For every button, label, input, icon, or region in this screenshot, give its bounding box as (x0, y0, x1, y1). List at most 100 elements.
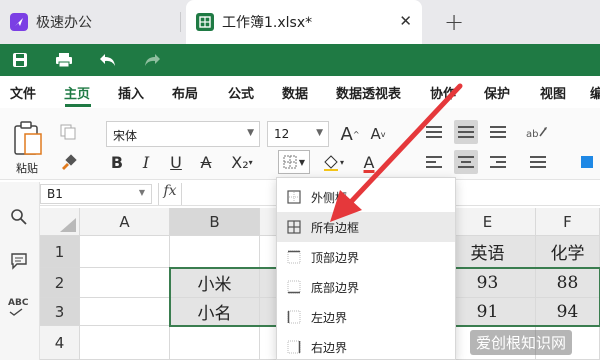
select-all-corner[interactable] (40, 208, 80, 236)
tab-bar: 极速办公 工作簿1.xlsx* ✕ + (0, 0, 600, 44)
cell-B3[interactable]: 小名 (170, 298, 260, 326)
cell-B1[interactable] (170, 236, 260, 268)
chevron-down-icon: ▼ (316, 128, 323, 138)
row-header[interactable]: 2 (40, 268, 80, 298)
column-header[interactable]: B (170, 208, 260, 236)
menu-more[interactable]: 编 (590, 83, 600, 102)
comment-icon[interactable] (10, 252, 28, 274)
menu-home[interactable]: 主页 (64, 83, 90, 102)
cell-F3[interactable]: 94 (536, 298, 600, 326)
row-header[interactable]: 1 (40, 236, 80, 268)
underline-button[interactable]: U (166, 150, 186, 174)
menu-data[interactable]: 数据 (282, 83, 308, 102)
column-header[interactable]: A (80, 208, 170, 236)
right-border-icon (287, 340, 301, 354)
quick-access-bar (0, 44, 600, 76)
italic-button[interactable]: I (136, 150, 156, 174)
cell-B2[interactable]: 小米 (170, 268, 260, 298)
menu-insert[interactable]: 插入 (118, 83, 144, 102)
tab-workbook[interactable]: 工作簿1.xlsx* ✕ (186, 0, 422, 44)
border-option-top[interactable]: 顶部边界 (277, 242, 455, 272)
bold-button[interactable]: B (106, 150, 128, 174)
paste-label: 粘贴 (16, 162, 38, 175)
text-orientation-icon[interactable]: ab (524, 120, 552, 144)
font-name-select[interactable]: 宋体 ▼ (106, 121, 260, 147)
copy-icon[interactable] (58, 120, 78, 144)
subscript-button[interactable]: X₂ ▾ (224, 150, 260, 174)
subscript-label: X₂ (231, 152, 249, 172)
border-option-left[interactable]: 左边界 (277, 302, 455, 332)
cell-B4[interactable] (170, 326, 260, 360)
watermark: 爱创根知识网 (470, 330, 573, 355)
align-top-icon[interactable] (424, 120, 444, 144)
align-center-icon[interactable] (454, 150, 478, 174)
print-icon[interactable] (54, 50, 74, 70)
format-painter-icon[interactable] (58, 150, 78, 174)
justify-icon[interactable] (528, 150, 548, 174)
menu-protect[interactable]: 保护 (484, 83, 510, 102)
top-border-icon (287, 250, 301, 264)
cell-A1[interactable] (80, 236, 170, 268)
cell-A3[interactable] (80, 298, 170, 326)
border-option-right[interactable]: 右边界 (277, 332, 455, 360)
outside-border-icon (287, 190, 301, 204)
bottom-border-icon (287, 280, 301, 294)
borders-button[interactable]: ▼ (278, 150, 310, 174)
menu-file[interactable]: 文件 (10, 83, 36, 102)
row-header[interactable]: 4 (40, 326, 80, 360)
font-color-button[interactable]: A (358, 150, 380, 174)
undo-icon[interactable] (98, 50, 118, 70)
shrink-font-button[interactable]: Av (368, 122, 388, 146)
cell-A4[interactable] (80, 326, 170, 360)
spreadsheet-icon (196, 13, 214, 31)
border-option-all[interactable]: 所有边框 (277, 212, 455, 242)
align-right-icon[interactable] (488, 150, 508, 174)
spell-check-icon[interactable]: ABC (8, 298, 28, 316)
app-logo-icon (10, 13, 28, 31)
border-option-label: 右边界 (311, 340, 348, 355)
font-size-value: 12 (274, 127, 290, 141)
menu-layout[interactable]: 布局 (172, 83, 198, 102)
border-option-bottom[interactable]: 底部边界 (277, 272, 455, 302)
grow-font-button[interactable]: A ^ (340, 122, 360, 146)
cell-F2[interactable]: 88 (536, 268, 600, 298)
side-panel: ABC (0, 182, 40, 360)
close-icon[interactable]: ✕ (399, 12, 412, 30)
align-middle-icon[interactable] (454, 120, 478, 144)
ribbon: 粘贴 宋体 ▼ 12 ▼ A ^ Av B I U A X₂ ▾ ▼ ▾ A ab (0, 108, 600, 180)
wrap-text-icon[interactable] (578, 150, 596, 174)
new-tab-icon[interactable]: + (444, 8, 464, 36)
grow-font-label: A (340, 123, 353, 145)
redo-icon[interactable] (142, 50, 162, 70)
paste-icon[interactable] (12, 120, 44, 158)
font-size-select[interactable]: 12 ▼ (267, 121, 329, 147)
menu-collab[interactable]: 协作 (430, 83, 456, 102)
border-option-label: 顶部边界 (311, 250, 360, 265)
row-header[interactable]: 3 (40, 298, 80, 326)
border-option-label: 底部边界 (311, 280, 360, 295)
svg-text:ab: ab (526, 129, 538, 140)
cell-A2[interactable] (80, 268, 170, 298)
cell-F1[interactable]: 化学 (536, 236, 600, 268)
chevron-down-icon: ▾ (339, 157, 344, 167)
search-icon[interactable] (10, 208, 28, 230)
strikethrough-button[interactable]: A (196, 150, 216, 174)
function-icon[interactable]: fx (158, 183, 182, 205)
fill-color-button[interactable]: ▾ (316, 150, 350, 174)
tab-home[interactable]: 极速办公 (0, 0, 180, 44)
active-tab-indicator (65, 104, 91, 107)
column-header[interactable]: F (536, 208, 600, 236)
menu-pivot[interactable]: 数据透视表 (336, 83, 401, 102)
align-left-icon[interactable] (424, 150, 444, 174)
tab-workbook-label: 工作簿1.xlsx* (222, 15, 313, 31)
tab-divider (180, 12, 181, 32)
borders-icon (283, 155, 297, 169)
save-icon[interactable] (10, 50, 30, 70)
menu-formula[interactable]: 公式 (228, 83, 254, 102)
paint-bucket-icon (323, 155, 338, 171)
chevron-down-icon: ▼ (138, 188, 145, 197)
align-bottom-icon[interactable] (488, 120, 508, 144)
menu-view[interactable]: 视图 (540, 83, 566, 102)
border-option-outside[interactable]: 外侧框 (277, 182, 455, 212)
name-box[interactable]: B1 ▼ (40, 184, 152, 204)
